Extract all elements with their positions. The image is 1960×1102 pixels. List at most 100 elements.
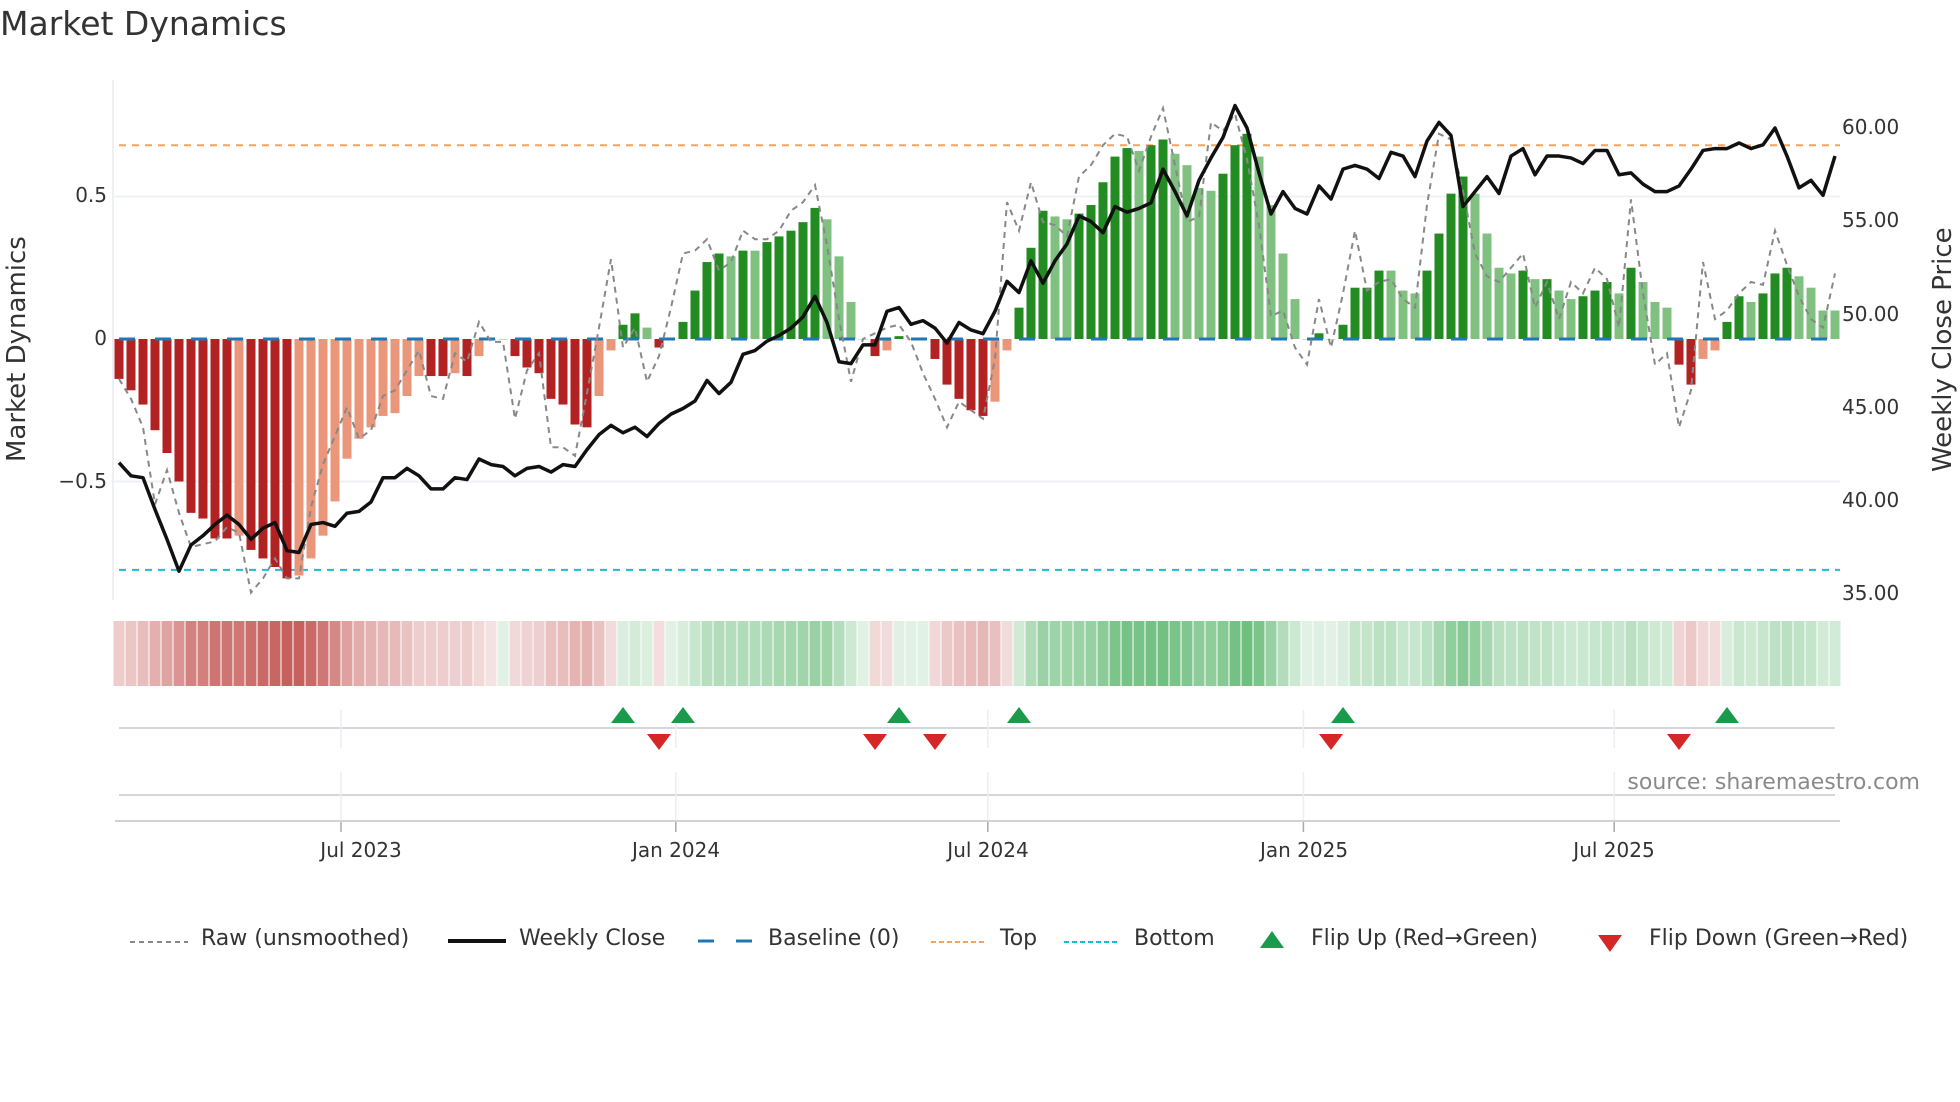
heat-strip-cell bbox=[1121, 621, 1133, 686]
dynamics-bar bbox=[1242, 133, 1252, 339]
heat-strip-cell bbox=[209, 621, 221, 686]
heat-strip-cell bbox=[1421, 621, 1433, 686]
dynamics-bar bbox=[522, 339, 532, 368]
heat-strip-cell bbox=[557, 621, 569, 686]
y2-tick-label: 35.00 bbox=[1842, 581, 1900, 605]
heat-strip-cell bbox=[1505, 621, 1517, 686]
dynamics-bar bbox=[546, 339, 556, 399]
dynamics-bar bbox=[1098, 182, 1108, 339]
y2-tick-label: 45.00 bbox=[1842, 395, 1900, 419]
dynamics-bar bbox=[1830, 310, 1840, 339]
dynamics-bar bbox=[1530, 279, 1540, 339]
dynamics-bar bbox=[1674, 339, 1684, 365]
dynamics-bar bbox=[294, 339, 304, 576]
dynamics-bar bbox=[882, 339, 892, 351]
dynamics-bar bbox=[498, 339, 508, 340]
heat-strip-cell bbox=[1757, 621, 1769, 686]
flip-down-marker bbox=[923, 734, 947, 750]
heat-strip-cell bbox=[1817, 621, 1829, 686]
heat-strip-cell bbox=[1013, 621, 1025, 686]
heat-strip-cell bbox=[377, 621, 389, 686]
raw-line bbox=[118, 104, 1836, 595]
dynamics-bar bbox=[1266, 205, 1276, 339]
x-tick-label: Jan 2024 bbox=[631, 838, 721, 862]
dynamics-bar bbox=[402, 339, 412, 396]
heat-strip-cell bbox=[1553, 621, 1565, 686]
heat-strip-cell bbox=[1193, 621, 1205, 686]
heat-strip-cell bbox=[1157, 621, 1169, 686]
dynamics-bar bbox=[942, 339, 952, 385]
heat-strip-cell bbox=[365, 621, 377, 686]
heat-strip-cell bbox=[113, 621, 125, 686]
heat-strip-cell bbox=[773, 621, 785, 686]
x-tick-label: Jan 2025 bbox=[1259, 838, 1349, 862]
heat-strip-cell bbox=[401, 621, 413, 686]
heat-strip-cell bbox=[1589, 621, 1601, 686]
heat-strip-cell bbox=[749, 621, 761, 686]
dynamics-bar bbox=[1770, 273, 1780, 339]
dynamics-bar bbox=[1482, 233, 1492, 339]
dynamics-bar bbox=[1422, 270, 1432, 339]
heat-strip-cell bbox=[305, 621, 317, 686]
source-attribution: source: sharemaestro.com bbox=[1627, 770, 1920, 795]
dynamics-bar bbox=[714, 253, 724, 339]
heat-strip-cell bbox=[833, 621, 845, 686]
heat-strip-cell bbox=[1793, 621, 1805, 686]
flip-up-marker bbox=[1715, 707, 1739, 723]
flip-down-marker bbox=[1319, 734, 1343, 750]
heat-strip-cell bbox=[545, 621, 557, 686]
dynamics-bar bbox=[1074, 213, 1084, 339]
dynamics-bar bbox=[1650, 301, 1660, 339]
legend-close-label: Weekly Close bbox=[519, 926, 666, 951]
flip-up-icon bbox=[1260, 931, 1284, 948]
dynamics-bar bbox=[1350, 287, 1360, 339]
dynamics-bar bbox=[1362, 287, 1372, 339]
dynamics-bar bbox=[690, 290, 700, 339]
flip-down-icon bbox=[1598, 935, 1622, 952]
legend-top-swatch bbox=[931, 941, 987, 943]
heat-strip-cell bbox=[521, 621, 533, 686]
heat-strip-cell bbox=[1673, 621, 1685, 686]
dynamics-bar bbox=[570, 339, 580, 425]
heat-strip-cell bbox=[389, 621, 401, 686]
dynamics-bar bbox=[1338, 324, 1348, 339]
flip-up-marker bbox=[671, 707, 695, 723]
dynamics-bar bbox=[1134, 150, 1144, 339]
dynamics-bar bbox=[1290, 299, 1300, 339]
heat-strip-cell bbox=[905, 621, 917, 686]
heat-strip-cell bbox=[1457, 621, 1469, 686]
dynamics-bar bbox=[1710, 339, 1720, 351]
dynamics-bar bbox=[810, 207, 820, 339]
dynamics-bar bbox=[126, 339, 136, 391]
heat-strip-cell bbox=[257, 621, 269, 686]
heat-strip-cell bbox=[497, 621, 509, 686]
heat-strip-cell bbox=[473, 621, 485, 686]
heat-strip-cell bbox=[1313, 621, 1325, 686]
heat-strip-cell bbox=[161, 621, 173, 686]
heat-strip-cell bbox=[1781, 621, 1793, 686]
heat-strip-cell bbox=[845, 621, 857, 686]
heat-strip-cell bbox=[1001, 621, 1013, 686]
flip-up-marker bbox=[887, 707, 911, 723]
heat-strip-cell bbox=[1097, 621, 1109, 686]
dynamics-bar bbox=[1722, 321, 1732, 339]
heat-strip-cell bbox=[1745, 621, 1757, 686]
heat-strip-cell bbox=[137, 621, 149, 686]
dynamics-bar bbox=[354, 339, 364, 439]
heat-strip-cell bbox=[1085, 621, 1097, 686]
dynamics-bar bbox=[162, 339, 172, 453]
dynamics-bar bbox=[330, 339, 340, 502]
heat-strip-cell bbox=[233, 621, 245, 686]
dynamics-bar bbox=[114, 339, 124, 379]
dynamics-bar bbox=[1206, 190, 1216, 339]
dynamics-bar bbox=[1194, 187, 1204, 339]
heat-strip-cell bbox=[1301, 621, 1313, 686]
heat-strip-cell bbox=[341, 621, 353, 686]
dynamics-bar bbox=[318, 339, 328, 536]
heat-strip-cell bbox=[1073, 621, 1085, 686]
chart-title: Market Dynamics bbox=[0, 4, 287, 43]
heat-strip-cell bbox=[1325, 621, 1337, 686]
heat-strip-cell bbox=[1637, 621, 1649, 686]
dynamics-bar bbox=[750, 250, 760, 339]
dynamics-bar bbox=[894, 336, 904, 339]
